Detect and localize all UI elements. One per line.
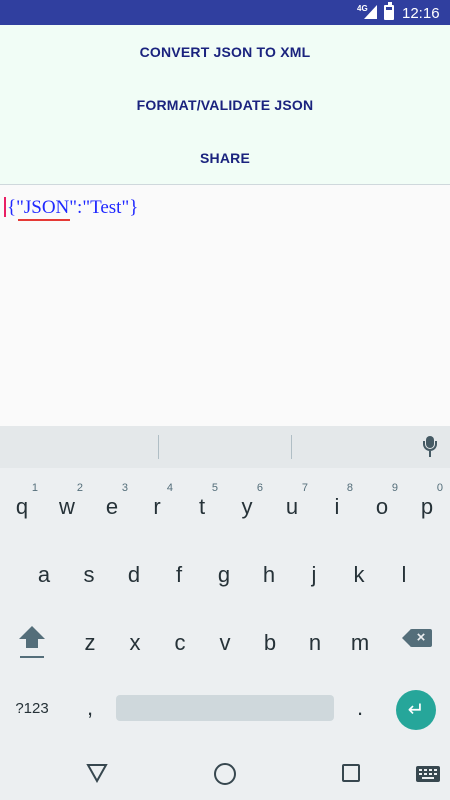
back-triangle-icon[interactable] <box>86 763 108 783</box>
key-x[interactable]: x <box>113 612 157 668</box>
key-label: x <box>129 630 141 655</box>
key-label: l <box>401 562 407 587</box>
key-u[interactable]: u7 <box>270 476 314 532</box>
key-o[interactable]: o9 <box>360 476 404 532</box>
key-e[interactable]: e3 <box>90 476 134 532</box>
enter-arrow-icon: ↵ <box>407 699 425 721</box>
text-cursor <box>4 197 6 217</box>
symbols-key[interactable]: ?123 <box>6 694 58 724</box>
key-label: u <box>285 494 299 519</box>
divider <box>0 184 450 185</box>
key-b[interactable]: b <box>248 612 292 668</box>
keyboard-switch-icon[interactable] <box>416 766 440 782</box>
key-label: e <box>105 494 119 519</box>
suggestion-divider <box>158 435 159 459</box>
suggestion-strip <box>0 426 450 468</box>
key-label: d <box>127 562 141 587</box>
key-z[interactable]: z <box>68 612 112 668</box>
key-y[interactable]: y6 <box>225 476 269 532</box>
key-r[interactable]: r4 <box>135 476 179 532</box>
signal-icon <box>364 5 377 19</box>
key-h[interactable]: h <box>247 544 291 600</box>
key-m[interactable]: m <box>338 612 382 668</box>
key-label: w <box>59 494 75 519</box>
format-validate-json-button[interactable]: FORMAT/VALIDATE JSON <box>0 85 450 125</box>
key-a[interactable]: a <box>22 544 66 600</box>
key-label: a <box>37 562 51 587</box>
key-f[interactable]: f <box>157 544 201 600</box>
home-circle-icon[interactable] <box>214 763 236 785</box>
spellcheck-underline <box>18 219 70 221</box>
key-label: c <box>174 630 186 655</box>
convert-json-to-xml-button[interactable]: CONVERT JSON TO XML <box>0 32 450 72</box>
json-input-text[interactable]: {"JSON":"Test"} <box>7 197 138 219</box>
key-w[interactable]: w2 <box>45 476 89 532</box>
key-label: s <box>83 562 95 587</box>
key-c[interactable]: c <box>158 612 202 668</box>
key-i[interactable]: i8 <box>315 476 359 532</box>
navigation-bar <box>0 748 450 800</box>
key-k[interactable]: k <box>337 544 381 600</box>
key-label: i <box>334 494 340 519</box>
key-p[interactable]: p0 <box>405 476 449 532</box>
shift-icon[interactable] <box>14 620 50 664</box>
key-label: o <box>375 494 389 519</box>
key-j[interactable]: j <box>292 544 336 600</box>
key-hint: 4 <box>166 482 173 494</box>
key-label: r <box>153 494 161 519</box>
key-label: p <box>420 494 434 519</box>
key-d[interactable]: d <box>112 544 156 600</box>
key-label: h <box>262 562 276 587</box>
key-n[interactable]: n <box>293 612 337 668</box>
comma-key[interactable]: , <box>70 688 110 728</box>
json-editor[interactable]: {"JSON":"Test"} <box>0 186 450 426</box>
backspace-icon[interactable]: × <box>402 627 434 649</box>
key-label: y <box>241 494 253 519</box>
key-t[interactable]: t5 <box>180 476 224 532</box>
key-hint: 1 <box>31 482 38 494</box>
key-hint: 8 <box>346 482 353 494</box>
key-label: b <box>263 630 277 655</box>
key-s[interactable]: s <box>67 544 111 600</box>
key-label: n <box>308 630 322 655</box>
microphone-icon[interactable] <box>421 436 439 458</box>
key-label: f <box>175 562 183 587</box>
key-label: k <box>353 562 365 587</box>
space-key[interactable] <box>116 695 334 721</box>
suggestion-divider <box>291 435 292 459</box>
clock: 12:16 <box>402 5 440 22</box>
key-v[interactable]: v <box>203 612 247 668</box>
key-label: j <box>311 562 317 587</box>
status-bar: 4G 12:16 <box>0 0 450 25</box>
share-button[interactable]: SHARE <box>0 138 450 178</box>
action-panel: CONVERT JSON TO XML FORMAT/VALIDATE JSON… <box>0 25 450 185</box>
key-label: z <box>84 630 96 655</box>
key-label: m <box>350 630 370 655</box>
key-hint: 7 <box>301 482 308 494</box>
key-l[interactable]: l <box>382 544 426 600</box>
key-label: g <box>217 562 231 587</box>
key-hint: 2 <box>76 482 83 494</box>
key-label: v <box>219 630 231 655</box>
key-hint: 5 <box>211 482 218 494</box>
key-hint: 9 <box>391 482 398 494</box>
key-hint: 3 <box>121 482 128 494</box>
key-label: t <box>198 494 206 519</box>
recents-square-icon[interactable] <box>342 764 360 782</box>
key-hint: 0 <box>436 482 443 494</box>
battery-icon <box>384 2 394 20</box>
period-key[interactable]: . <box>340 688 380 728</box>
soft-keyboard: q1w2e3r4t5y6u7i8o9p0asdfghjklzxcvbnm × ?… <box>0 426 450 748</box>
key-q[interactable]: q1 <box>0 476 44 532</box>
key-g[interactable]: g <box>202 544 246 600</box>
key-label: q <box>15 494 29 519</box>
key-hint: 6 <box>256 482 263 494</box>
enter-key[interactable]: ↵ <box>396 690 436 730</box>
